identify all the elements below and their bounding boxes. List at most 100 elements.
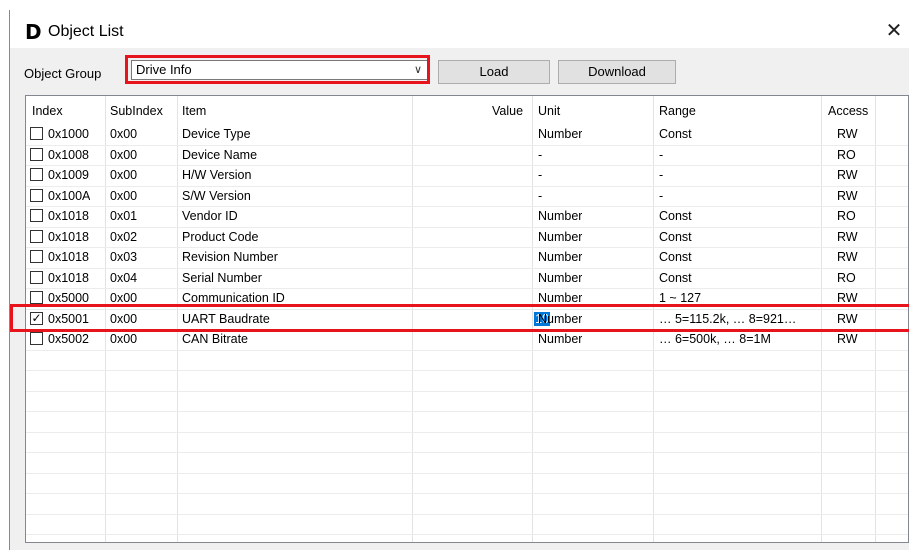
cell-item: Revision Number: [182, 250, 278, 264]
table-row[interactable]: 0x1018 0x01 Vendor ID Number Const RO: [26, 207, 908, 227]
cell-index: 0x1008: [48, 147, 90, 162]
column-header-value[interactable]: Value: [492, 104, 523, 118]
cell-unit: Number: [538, 229, 583, 244]
cell-item: Vendor ID: [182, 209, 238, 223]
table-row[interactable]: 0x1008 0x00 Device Name - - RO: [26, 146, 908, 166]
cell-access: RO: [837, 209, 856, 223]
cell-item: CAN Bitrate: [182, 332, 248, 346]
cell-range: -: [659, 168, 664, 182]
row-divider: [26, 431, 908, 433]
row-divider: [26, 370, 908, 371]
cell-unit: Number: [538, 332, 583, 346]
cell-access: RW: [837, 127, 858, 141]
cell-access: RW: [837, 250, 858, 264]
table-row[interactable]: 0x1018 0x04 Serial Number Number Const RO: [26, 269, 908, 289]
row-divider: [26, 472, 908, 474]
column-header-unit[interactable]: Unit: [538, 104, 560, 118]
cell-subindex: 0x00: [110, 291, 138, 305]
cell-item: S/W Version: [182, 188, 251, 203]
cell-unit: Number: [538, 209, 583, 223]
row-checkbox[interactable]: [30, 291, 43, 304]
cell-item: UART Baudrate: [182, 311, 270, 326]
table-row[interactable]: 0x1018 0x02 Product Code Number Const RW: [26, 228, 908, 248]
cell-range: 1 ~ 127: [659, 291, 702, 305]
table-row[interactable]: 0x5002 0x00 CAN Bitrate Number … 6=500k, … 8…: [26, 330, 908, 350]
cell-unit: -: [538, 188, 543, 203]
row-checkbox[interactable]: [30, 270, 43, 284]
app-logo-icon: D: [25, 20, 42, 44]
row-checkbox[interactable]: [30, 229, 43, 243]
row-divider: [26, 390, 908, 392]
cell-access: RW: [837, 229, 858, 244]
table-row[interactable]: ✓ 0x5001 0x00 UART Baudrate 10 Number… 5=115.…: [26, 310, 908, 330]
row-checkbox[interactable]: [30, 147, 43, 161]
cell-item: Product Code: [182, 229, 259, 244]
cell-index: 0x5000: [48, 291, 90, 305]
cell-index: 0x5002: [48, 332, 90, 346]
column-header-access[interactable]: Access: [828, 104, 868, 118]
row-checkbox[interactable]: [30, 332, 43, 345]
cell-range: Const: [659, 229, 692, 244]
column-header-range[interactable]: Range: [659, 104, 696, 118]
cell-index: 0x1018: [48, 209, 90, 223]
cell-item: Communication ID: [182, 291, 285, 305]
cell-index: 0x1018: [48, 270, 90, 285]
cell-unit: -: [538, 168, 543, 182]
row-divider: [26, 411, 908, 412]
table-row[interactable]: 0x1000 0x00 Device Type Number Const RW: [26, 125, 908, 145]
table-row[interactable]: 0x1009 0x00 H/W Version - - RW: [26, 166, 908, 186]
cell-range: Const: [659, 209, 692, 223]
cell-access: RW: [837, 311, 858, 326]
title-bar[interactable]: D Object List ✕: [10, 10, 909, 48]
cell-unit: Number: [538, 270, 583, 285]
cell-access: RW: [837, 168, 858, 182]
cell-access: RW: [837, 291, 858, 305]
row-checkbox[interactable]: [30, 209, 43, 222]
cell-unit: Number: [538, 291, 583, 305]
cell-access: RO: [837, 270, 856, 285]
cell-subindex: 0x01: [110, 209, 138, 223]
row-checkbox[interactable]: [30, 250, 43, 263]
row-divider: [26, 452, 908, 453]
cell-index: 0x100A: [48, 188, 91, 203]
row-checkbox[interactable]: [30, 127, 43, 140]
column-header-subindex[interactable]: SubIndex: [110, 104, 163, 118]
cell-unit: Number: [538, 127, 583, 141]
cell-index: 0x1009: [48, 168, 90, 182]
cell-unit: Number: [538, 311, 583, 326]
cell-range: … 6=500k, … 8=1M: [659, 332, 771, 346]
cell-item: Serial Number: [182, 270, 262, 285]
load-button[interactable]: Load: [438, 60, 550, 84]
cell-subindex: 0x00: [110, 147, 138, 162]
table-row[interactable]: 0x5000 0x00 Communication ID Number 1 ~ 127 R…: [26, 289, 908, 309]
object-table[interactable]: Index SubIndex Item Value Unit Range Acc…: [25, 95, 909, 543]
cell-subindex: 0x00: [110, 168, 138, 182]
table-row[interactable]: 0x100A 0x00 S/W Version - - RW: [26, 187, 908, 207]
window-title: Object List: [48, 23, 124, 40]
cell-range: -: [659, 188, 664, 203]
cell-subindex: 0x00: [110, 311, 138, 326]
cell-index: 0x1000: [48, 127, 90, 141]
row-divider: [26, 513, 908, 515]
download-button[interactable]: Download: [558, 60, 676, 84]
column-header-item[interactable]: Item: [182, 104, 206, 118]
cell-range: Const: [659, 270, 692, 285]
row-divider: [26, 493, 908, 494]
dialog-body: Object Group Drive Info ∨ Load Download …: [10, 48, 909, 550]
column-header-index[interactable]: Index: [32, 104, 63, 118]
cell-unit: Number: [538, 250, 583, 264]
cell-subindex: 0x04: [110, 270, 138, 285]
object-group-select[interactable]: Drive Info ∨: [131, 60, 429, 80]
table-row[interactable]: 0x1018 0x03 Revision Number Number Const RW: [26, 248, 908, 268]
close-icon[interactable]: ✕: [881, 19, 907, 43]
cell-access: RO: [837, 147, 856, 162]
row-divider: [26, 534, 908, 535]
cell-item: Device Name: [182, 147, 258, 162]
cell-item: Device Type: [182, 127, 251, 141]
row-checkbox[interactable]: [30, 188, 43, 202]
row-checkbox[interactable]: ✓: [30, 311, 43, 325]
cell-item: H/W Version: [182, 168, 252, 182]
object-group-value: Drive Info: [136, 62, 192, 77]
row-checkbox[interactable]: [30, 168, 43, 181]
chevron-down-icon[interactable]: ∨: [408, 61, 428, 79]
